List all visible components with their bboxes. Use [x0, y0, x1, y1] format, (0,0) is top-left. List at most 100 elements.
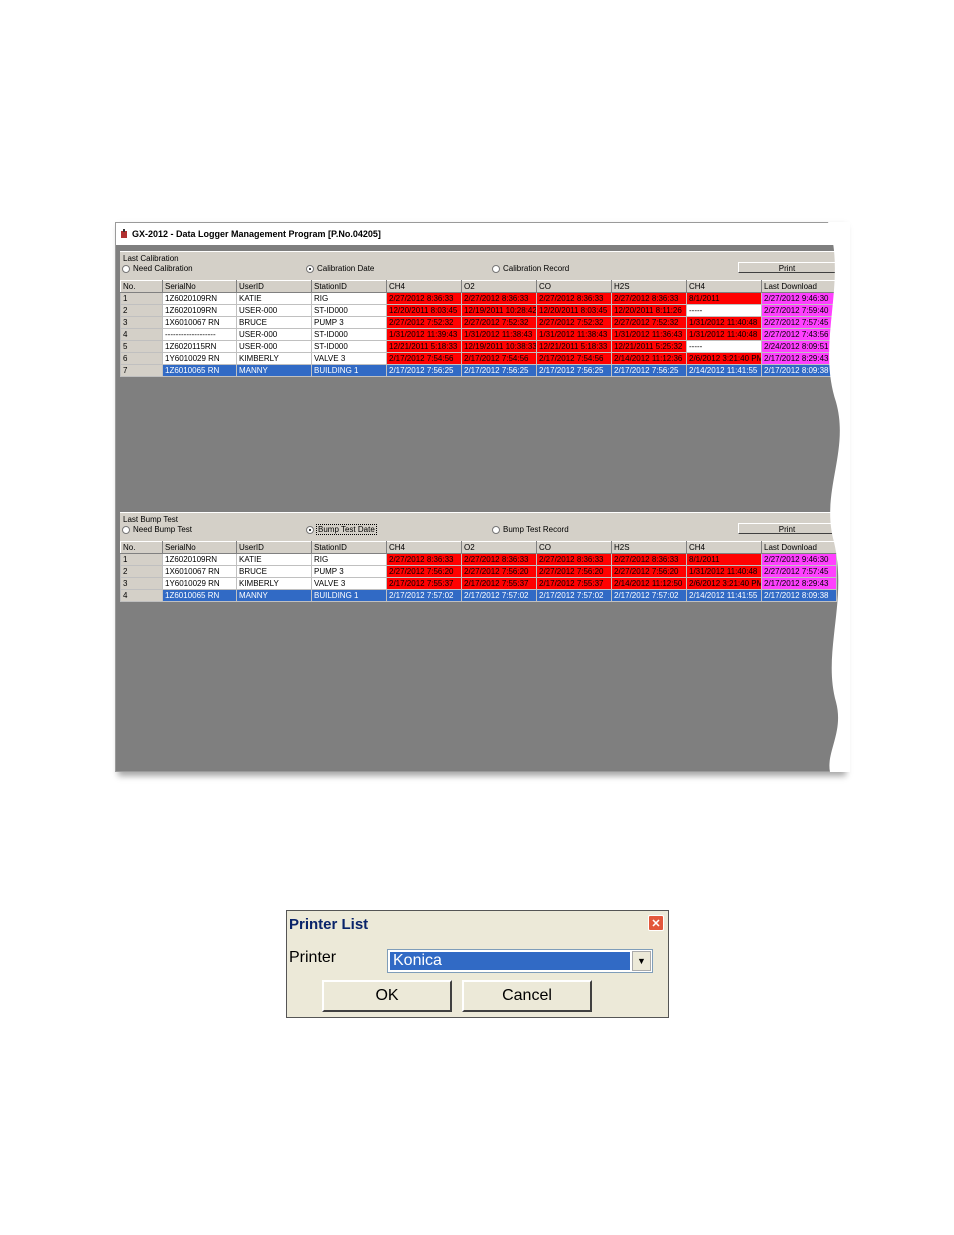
- table-row[interactable]: 4 1Z6010065 RN MANNY BUILDING 1 2/17/2012 7:…: [120, 589, 837, 602]
- cell-h2s[interactable]: 12/20/2011 8:11:26: [611, 304, 687, 317]
- cell-ch4b[interactable]: 2/6/2012 3:21:40 PM: [686, 577, 762, 590]
- cell-ch4b[interactable]: -----: [686, 304, 762, 317]
- cell-o2[interactable]: 2/27/2012 7:52:32: [461, 316, 537, 329]
- cell-serial[interactable]: 1Z6020109RN: [162, 292, 237, 305]
- cell-h2s[interactable]: 2/14/2012 11:12:36: [611, 352, 687, 365]
- column-header[interactable]: O2: [461, 541, 537, 554]
- cell-user[interactable]: KIMBERLY: [236, 352, 312, 365]
- cell-serial[interactable]: 1Z6020109RN: [162, 304, 237, 317]
- cell-no[interactable]: 2: [120, 304, 163, 317]
- cell-ch4b[interactable]: -----: [686, 340, 762, 353]
- cell-o2[interactable]: 2/17/2012 7:54:56: [461, 352, 537, 365]
- cell-h2s[interactable]: 2/27/2012 7:56:20: [611, 565, 687, 578]
- column-header[interactable]: CH4: [686, 280, 762, 293]
- table-row[interactable]: 3 1X6010067 RN BRUCE PUMP 3 2/27/2012 7:52:3…: [120, 316, 837, 329]
- cell-no[interactable]: 5: [120, 340, 163, 353]
- cell-co[interactable]: 1/31/2012 11:38:43: [536, 328, 612, 341]
- table-row[interactable]: 6 1Y6010029 RN KIMBERLY VALVE 3 2/17/2012 7:…: [120, 352, 837, 365]
- cell-co[interactable]: 2/17/2012 7:54:56: [536, 352, 612, 365]
- cell-serial[interactable]: 1Z6010065 RN: [162, 364, 237, 377]
- cell-o2[interactable]: 1/31/2012 11:38:43: [461, 328, 537, 341]
- cell-h2s[interactable]: 2/17/2012 7:56:25: [611, 364, 687, 377]
- radio-need-calibration[interactable]: Need Calibration: [122, 264, 193, 273]
- cell-o2[interactable]: 2/17/2012 7:56:25: [461, 364, 537, 377]
- cell-station[interactable]: ST-ID000: [311, 304, 387, 317]
- ok-button[interactable]: OK: [322, 980, 452, 1012]
- column-header[interactable]: SerialNo: [162, 541, 237, 554]
- cell-co[interactable]: 2/27/2012 8:36:33: [536, 292, 612, 305]
- column-header[interactable]: SerialNo: [162, 280, 237, 293]
- cell-user[interactable]: USER-000: [236, 328, 312, 341]
- cell-ch4[interactable]: 2/27/2012 7:56:20: [386, 565, 462, 578]
- cell-co[interactable]: 2/17/2012 7:56:25: [536, 364, 612, 377]
- cell-station[interactable]: ST-ID000: [311, 340, 387, 353]
- table-row[interactable]: 3 1Y6010029 RN KIMBERLY VALVE 3 2/17/2012 7:…: [120, 577, 837, 590]
- cell-h2s[interactable]: 2/27/2012 8:36:33: [611, 292, 687, 305]
- cell-ch4[interactable]: 2/17/2012 7:54:56: [386, 352, 462, 365]
- cell-station[interactable]: RIG: [311, 292, 387, 305]
- cell-serial[interactable]: -------------------: [162, 328, 237, 341]
- radio-need-bump-test[interactable]: Need Bump Test: [122, 525, 192, 534]
- cell-station[interactable]: VALVE 3: [311, 352, 387, 365]
- cell-ch4b[interactable]: 2/14/2012 11:41:55: [686, 589, 762, 602]
- column-header[interactable]: CO: [536, 280, 612, 293]
- cell-serial[interactable]: 1Z6020109RN: [162, 553, 237, 566]
- cell-ch4b[interactable]: 1/31/2012 11:40:48: [686, 316, 762, 329]
- cell-o2[interactable]: 2/27/2012 7:56:20: [461, 565, 537, 578]
- cell-no[interactable]: 1: [120, 553, 163, 566]
- cell-no[interactable]: 6: [120, 352, 163, 365]
- chevron-down-icon[interactable]: ▼: [632, 951, 651, 971]
- cell-ch4b[interactable]: 1/31/2012 11:40:48: [686, 565, 762, 578]
- radio-bump-test-date[interactable]: Bump Test Date: [306, 524, 377, 535]
- cell-ch4b[interactable]: 1/31/2012 11:40:48: [686, 328, 762, 341]
- cell-user[interactable]: KATIE: [236, 292, 312, 305]
- cell-user[interactable]: USER-000: [236, 304, 312, 317]
- cell-no[interactable]: 7: [120, 364, 163, 377]
- cell-ch4[interactable]: 2/17/2012 7:56:25: [386, 364, 462, 377]
- cell-no[interactable]: 4: [120, 589, 163, 602]
- cell-station[interactable]: RIG: [311, 553, 387, 566]
- cell-station[interactable]: ST-ID000: [311, 328, 387, 341]
- cell-ch4b[interactable]: 2/14/2012 11:41:55: [686, 364, 762, 377]
- column-header[interactable]: CH4: [686, 541, 762, 554]
- cell-o2[interactable]: 2/27/2012 8:36:33: [461, 292, 537, 305]
- cell-no[interactable]: 3: [120, 577, 163, 590]
- cell-serial[interactable]: 1Y6010029 RN: [162, 577, 237, 590]
- cell-user[interactable]: BRUCE: [236, 565, 312, 578]
- table-row[interactable]: 5 1Z6020115RN USER-000 ST-ID000 12/21/2011 5…: [120, 340, 837, 353]
- cell-ch4[interactable]: 1/31/2012 11:39:43: [386, 328, 462, 341]
- cell-station[interactable]: BUILDING 1: [311, 364, 387, 377]
- column-header[interactable]: StationID: [311, 541, 387, 554]
- cell-serial[interactable]: 1Z6010065 RN: [162, 589, 237, 602]
- cell-serial[interactable]: 1X6010067 RN: [162, 316, 237, 329]
- cell-user[interactable]: BRUCE: [236, 316, 312, 329]
- cell-no[interactable]: 1: [120, 292, 163, 305]
- cell-user[interactable]: MANNY: [236, 364, 312, 377]
- table-row[interactable]: 2 1Z6020109RN USER-000 ST-ID000 12/20/2011 8…: [120, 304, 837, 317]
- radio-calibration-date[interactable]: Calibration Date: [306, 264, 374, 273]
- table-row[interactable]: 1 1Z6020109RN KATIE RIG 2/27/2012 8:36:33 2/2…: [120, 553, 837, 566]
- cell-h2s[interactable]: 2/17/2012 7:57:02: [611, 589, 687, 602]
- cell-h2s[interactable]: 2/14/2012 11:12:50: [611, 577, 687, 590]
- cell-no[interactable]: 2: [120, 565, 163, 578]
- column-header[interactable]: CO: [536, 541, 612, 554]
- cell-co[interactable]: 2/27/2012 7:56:20: [536, 565, 612, 578]
- radio-calibration-record[interactable]: Calibration Record: [492, 264, 569, 273]
- cell-user[interactable]: KIMBERLY: [236, 577, 312, 590]
- cell-station[interactable]: VALVE 3: [311, 577, 387, 590]
- cancel-button[interactable]: Cancel: [462, 980, 592, 1012]
- cell-station[interactable]: PUMP 3: [311, 316, 387, 329]
- radio-bump-test-record[interactable]: Bump Test Record: [492, 525, 569, 534]
- cell-ch4[interactable]: 2/27/2012 8:36:33: [386, 553, 462, 566]
- column-header[interactable]: H2S: [611, 541, 687, 554]
- table-row[interactable]: 7 1Z6010065 RN MANNY BUILDING 1 2/17/2012 7:…: [120, 364, 837, 377]
- cell-h2s[interactable]: 1/31/2012 11:36:43: [611, 328, 687, 341]
- cell-ch4[interactable]: 12/20/2011 8:03:45: [386, 304, 462, 317]
- cell-station[interactable]: PUMP 3: [311, 565, 387, 578]
- cell-o2[interactable]: 12/19/2011 10:28:42: [461, 304, 537, 317]
- column-header[interactable]: StationID: [311, 280, 387, 293]
- table-row[interactable]: 4 ------------------- USER-000 ST-ID000 1/31…: [120, 328, 837, 341]
- cell-user[interactable]: USER-000: [236, 340, 312, 353]
- cell-station[interactable]: BUILDING 1: [311, 589, 387, 602]
- cell-ch4[interactable]: 2/27/2012 7:52:32: [386, 316, 462, 329]
